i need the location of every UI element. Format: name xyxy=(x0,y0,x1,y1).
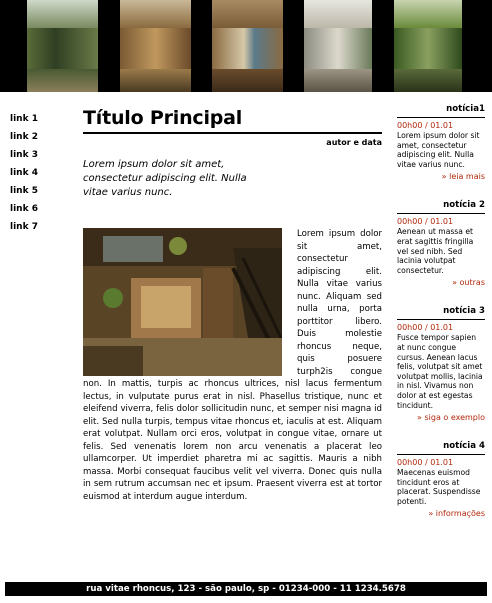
news-column: notícia1 00h00 / 01.01 Lorem ipsum dolor… xyxy=(397,103,485,536)
article-photo xyxy=(83,228,282,376)
sculpture-photo xyxy=(212,0,283,92)
news-item: notícia 2 00h00 / 01.01 Aenean ut massa … xyxy=(397,199,485,288)
alley-photo xyxy=(304,0,372,92)
news-more-link[interactable]: » leia mais xyxy=(397,171,485,182)
news-divider xyxy=(397,117,485,118)
nav-link-6[interactable]: link 6 xyxy=(10,200,70,218)
news-divider xyxy=(397,213,485,215)
news-text: Fusce tempor sapien at nunc congue cursu… xyxy=(397,333,483,410)
article-lead: Lorem ipsum dolor sit amet, consectetur … xyxy=(83,159,247,198)
news-item: notícia 4 00h00 / 01.01 Maecenas euismod… xyxy=(397,440,485,519)
nav-link-4[interactable]: link 4 xyxy=(10,164,70,182)
news-divider xyxy=(397,454,485,456)
garden-photo xyxy=(394,0,462,92)
news-title: notícia 2 xyxy=(443,200,485,211)
main-article: Título Principal autor e data Lorem ipsu… xyxy=(83,104,382,502)
article-author: autor e data xyxy=(326,138,382,147)
patio-photo xyxy=(27,0,98,92)
news-date: 00h00 / 01.01 xyxy=(397,217,454,227)
news-more-link[interactable]: » siga o exemplo xyxy=(397,412,485,423)
news-divider xyxy=(397,319,485,321)
news-text: Lorem ipsum dolor sit amet, consectetur … xyxy=(397,131,480,169)
interior-photo xyxy=(120,0,191,92)
news-more-link[interactable]: » informações xyxy=(397,508,485,519)
side-nav: link 1 link 2 link 3 link 4 link 5 link … xyxy=(10,110,70,236)
nav-link-3[interactable]: link 3 xyxy=(10,146,70,164)
title-divider xyxy=(83,132,382,134)
news-item: notícia1 00h00 / 01.01 Lorem ipsum dolor… xyxy=(397,103,485,182)
news-title: notícia 4 xyxy=(443,441,485,452)
news-item: notícia 3 00h00 / 01.01 Fusce tempor sap… xyxy=(397,305,485,423)
nav-link-1[interactable]: link 1 xyxy=(10,110,70,128)
article-photo-art xyxy=(83,228,282,376)
news-title: notícia1 xyxy=(446,104,485,114)
article-body-block: Lorem ipsum dolor sit amet, consectetur … xyxy=(83,228,382,503)
news-text: Maecenas euismod tincidunt eros at place… xyxy=(397,468,481,506)
page-title: Título Principal xyxy=(83,107,243,129)
nav-link-7[interactable]: link 7 xyxy=(10,218,70,236)
header-photo-strip xyxy=(0,0,492,92)
nav-link-5[interactable]: link 5 xyxy=(10,182,70,200)
footer-address: rua vitae rhoncus, 123 - são paulo, sp -… xyxy=(5,582,487,596)
news-title: notícia 3 xyxy=(443,306,485,317)
news-date: 00h00 / 01.01 xyxy=(397,323,454,333)
news-date: 00h00 / 01.01 xyxy=(397,121,454,130)
news-date: 00h00 / 01.01 xyxy=(397,458,454,468)
news-text: Aenean ut massa et erat sagittis fringil… xyxy=(397,227,474,275)
nav-link-2[interactable]: link 2 xyxy=(10,128,70,146)
news-more-link[interactable]: » outras xyxy=(397,277,485,288)
